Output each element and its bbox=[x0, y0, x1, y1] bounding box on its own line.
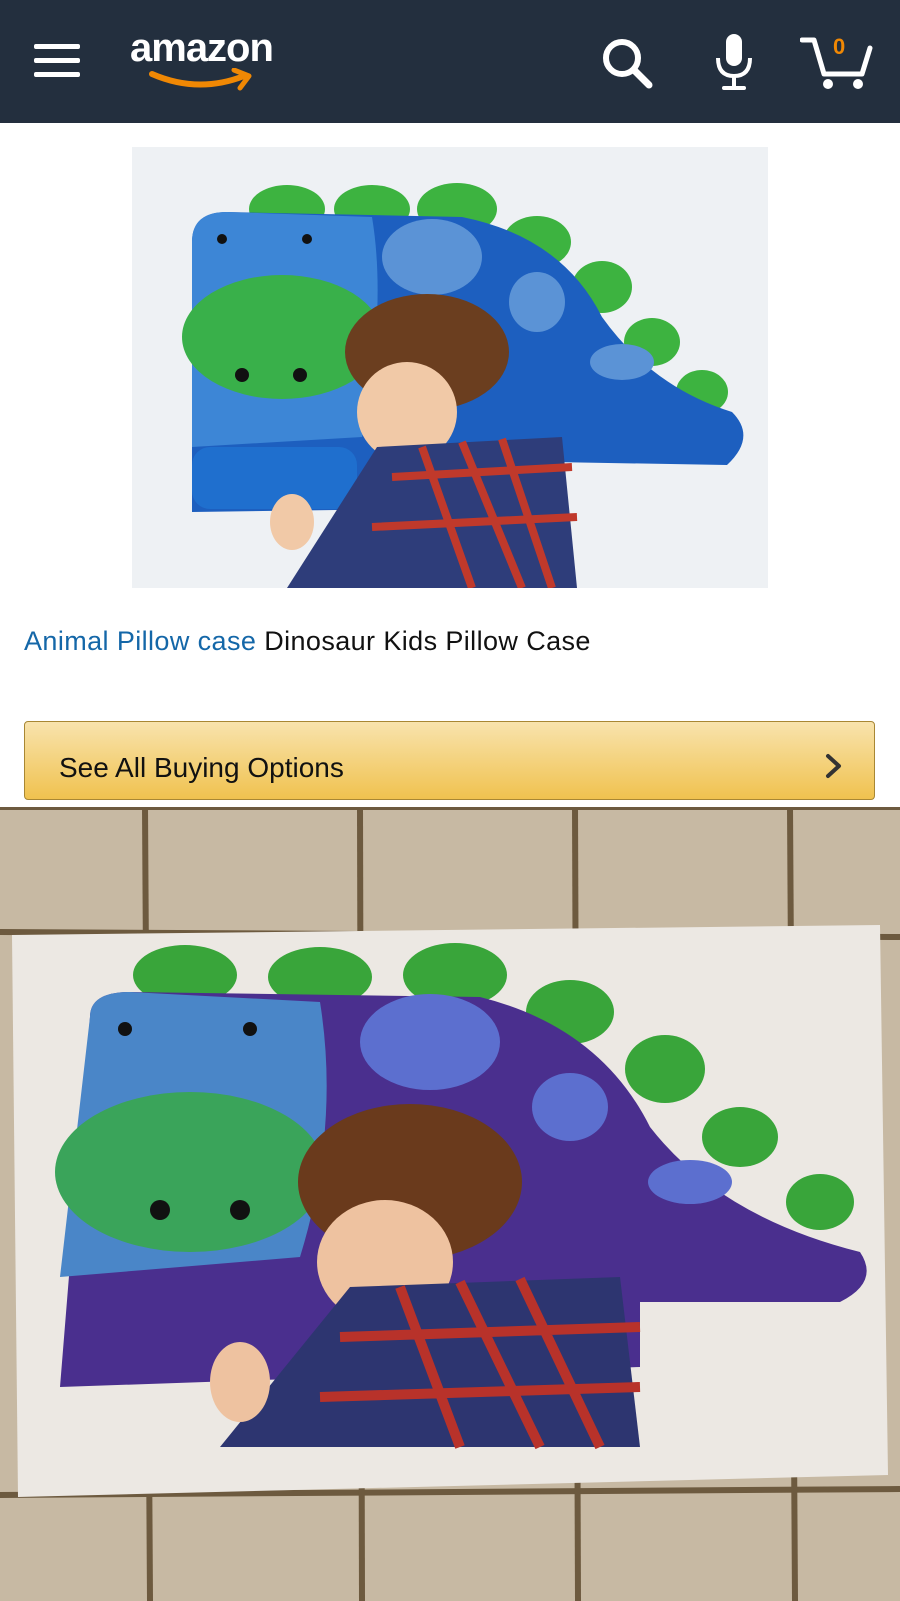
microphone-icon[interactable] bbox=[714, 32, 754, 92]
cart-button[interactable]: 0 bbox=[800, 30, 874, 92]
customer-photo bbox=[0, 807, 900, 1601]
top-navigation-bar: amazon 0 bbox=[0, 0, 900, 123]
chevron-right-icon bbox=[826, 754, 841, 778]
hamburger-icon[interactable] bbox=[34, 44, 80, 78]
dinosaur-pillow-illustration bbox=[132, 147, 768, 588]
logo-smile-icon bbox=[149, 68, 252, 91]
product-title: Animal Pillow case Dinosaur Kids Pillow … bbox=[24, 624, 874, 658]
logo-wordmark: amazon bbox=[130, 26, 274, 70]
category-link[interactable]: Animal Pillow case bbox=[24, 626, 256, 656]
product-image[interactable] bbox=[132, 147, 768, 588]
search-icon[interactable] bbox=[600, 36, 654, 90]
printed-pillowcase-photo bbox=[0, 807, 900, 1601]
product-name: Dinosaur Kids Pillow Case bbox=[256, 626, 591, 656]
buy-button-label: See All Buying Options bbox=[59, 752, 344, 783]
cart-count-badge: 0 bbox=[833, 34, 846, 59]
see-all-buying-options-button[interactable]: See All Buying Options bbox=[24, 721, 875, 800]
amazon-logo[interactable]: amazon bbox=[130, 22, 290, 92]
